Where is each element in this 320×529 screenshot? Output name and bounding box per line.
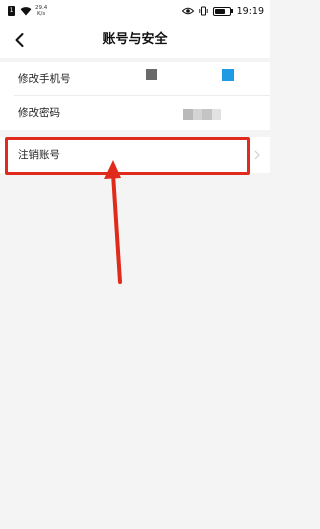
- status-bar: 1 29.4 K/s 19:19: [0, 0, 270, 22]
- eye-icon: [181, 7, 194, 15]
- change-password-label: 修改密码: [18, 107, 60, 119]
- redaction-blue-block: [222, 69, 234, 81]
- change-password-row[interactable]: 修改密码: [0, 96, 270, 130]
- status-time: 19:19: [236, 5, 264, 17]
- status-right: 19:19: [181, 4, 264, 18]
- change-phone-row[interactable]: 修改手机号: [0, 62, 270, 96]
- vibrate-icon: [198, 6, 208, 16]
- redaction-gray-block: [146, 69, 157, 80]
- wifi-icon: [20, 7, 32, 16]
- header-bar: 账号与安全: [0, 22, 270, 58]
- network-speed: 29.4 K/s: [35, 5, 47, 17]
- battery-tip: [231, 9, 233, 13]
- network-speed-unit: K/s: [36, 11, 46, 17]
- redaction-mosaic: [183, 109, 221, 120]
- settings-group: 修改手机号 修改密码: [0, 62, 270, 130]
- cancel-account-label: 注销账号: [18, 149, 60, 161]
- arrow-up-annotation: [104, 160, 122, 284]
- change-phone-label: 修改手机号: [18, 73, 71, 85]
- status-left: 1 29.4 K/s: [8, 4, 47, 18]
- page-title: 账号与安全: [102, 32, 168, 47]
- battery-icon: [212, 6, 231, 16]
- battery-fill: [214, 8, 226, 14]
- sim-icon: 1: [8, 6, 15, 16]
- chevron-right-icon: [254, 150, 260, 160]
